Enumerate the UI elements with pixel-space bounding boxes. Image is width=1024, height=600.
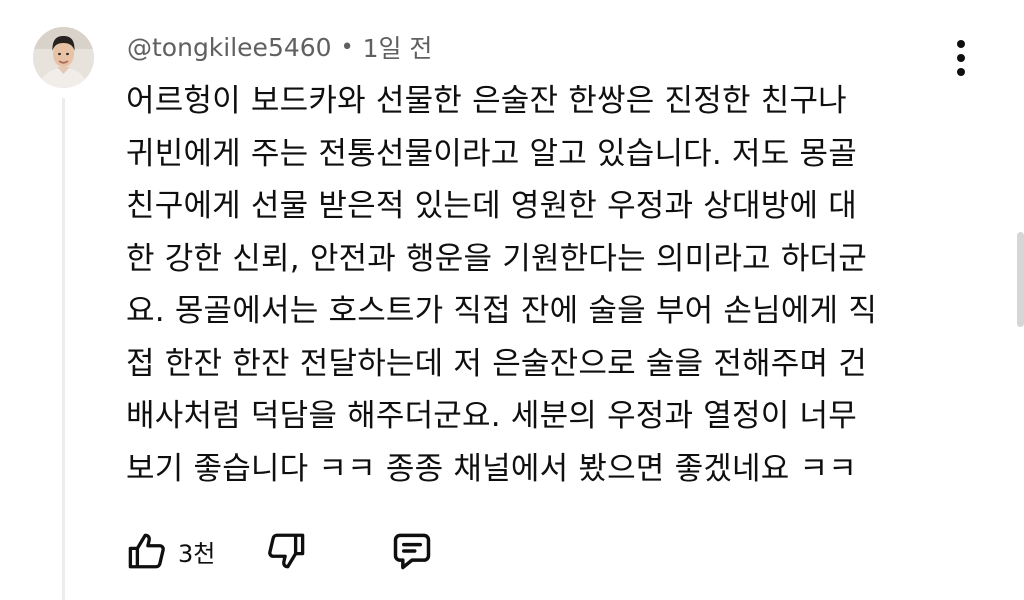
avatar-image bbox=[33, 27, 94, 88]
comment-header: @tongkilee5460 • 1일 전 bbox=[127, 30, 432, 64]
comment-line: 귀빈에게 주는 전통선물이라고 알고 있습니다. 저도 몽골 bbox=[126, 135, 857, 172]
thumb-down-icon bbox=[268, 533, 305, 569]
dislike-button[interactable] bbox=[263, 528, 309, 574]
avatar[interactable] bbox=[33, 27, 94, 88]
thumb-up-icon bbox=[128, 533, 165, 569]
more-vert-icon-dot bbox=[957, 68, 965, 76]
author-handle[interactable]: @tongkilee5460 bbox=[127, 33, 332, 62]
more-options-button[interactable] bbox=[946, 38, 976, 78]
reply-comment-icon bbox=[394, 533, 431, 570]
header-separator: • bbox=[340, 34, 354, 60]
comment-time[interactable]: 1일 전 bbox=[363, 29, 433, 65]
like-count: 3천 bbox=[178, 539, 216, 568]
comment-actions: 3천 bbox=[124, 526, 435, 576]
more-vert-icon-dot bbox=[957, 54, 965, 62]
more-vert-icon bbox=[957, 40, 965, 48]
thread-line bbox=[62, 98, 65, 600]
comment-text: 어르헝이 보드카와 선물한 은술잔 한쌍은 진정한 친구나 귀빈에게 주는 전통… bbox=[126, 75, 956, 495]
scrollbar[interactable] bbox=[1017, 232, 1024, 327]
comment-line: 접 한잔 한잔 전달하는데 저 은술잔으로 술을 전해주며 건 bbox=[126, 345, 867, 382]
comment-line: 어르헝이 보드카와 선물한 은술잔 한쌍은 진정한 친구나 bbox=[126, 83, 847, 119]
comment-line: 한 강한 신뢰, 안전과 행운을 기원한다는 의미라고 하더군 bbox=[126, 240, 867, 277]
comment-line: 보기 좋습니다 ㅋㅋ 종종 채널에서 봤으면 좋겠네요 ㅋㅋ bbox=[126, 450, 857, 487]
comment-line: 요. 몽골에서는 호스트가 직접 잔에 술을 부어 손님에게 직 bbox=[126, 293, 878, 329]
reply-button[interactable] bbox=[389, 528, 435, 574]
comment-line: 친구에게 선물 받은적 있는데 영원한 우정과 상대방에 대 bbox=[126, 188, 857, 224]
comment-line: 배사처럼 덕담을 해주더군요. 세분의 우정과 열정이 너무 bbox=[126, 398, 857, 434]
like-button[interactable] bbox=[124, 528, 170, 574]
